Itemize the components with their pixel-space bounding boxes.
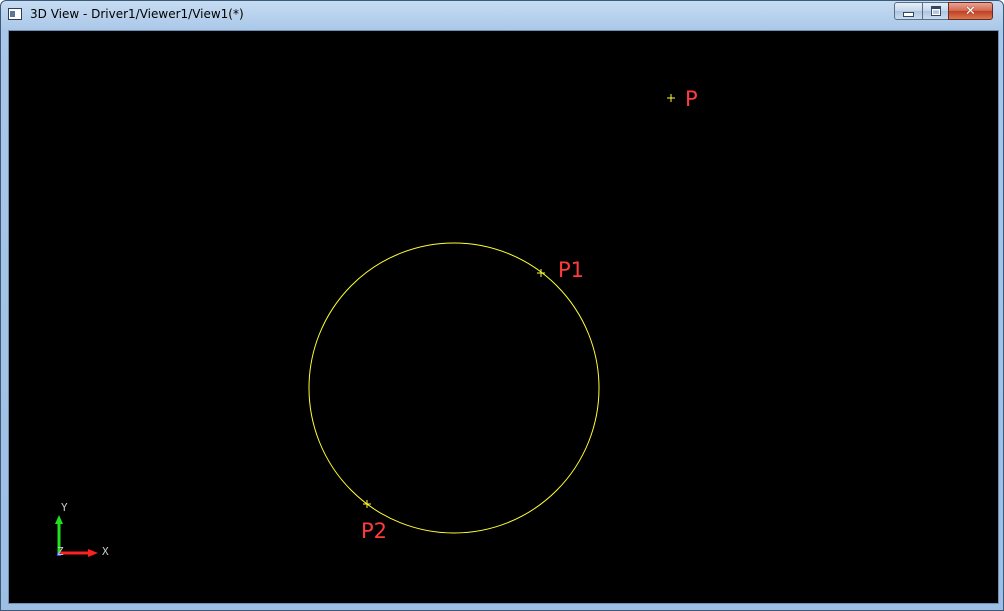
point-p-label: P [685,87,698,111]
3d-viewport[interactable]: P P1 P2 Y X Z [8,30,999,604]
window-title: 3D View - Driver1/Viewer1/View1(*) [30,7,244,21]
point-p2[interactable]: P2 [361,500,387,543]
maximize-icon [930,6,941,16]
x-axis-label: X [102,545,109,558]
circle-curve [308,242,600,534]
point-p1-label: P1 [558,258,584,282]
z-axis-label: Z [57,545,64,558]
viewport-canvas[interactable]: P P1 P2 Y X Z [9,31,998,603]
y-axis-label: Y [61,501,68,514]
axis-triedron: Y X Z [55,501,109,558]
viewer-window: 3D View - Driver1/Viewer1/View1(*) ✕ P P… [0,0,1004,611]
point-p1[interactable]: P1 [537,258,584,282]
point-p2-label: P2 [361,519,387,543]
point-p2-marker [363,500,371,508]
maximize-button[interactable] [922,2,949,20]
title-bar[interactable]: 3D View - Driver1/Viewer1/View1(*) ✕ [1,1,1003,29]
close-button[interactable]: ✕ [948,2,993,20]
point-p-marker [667,94,675,102]
app-icon [8,8,22,20]
x-axis-arrow [59,549,98,557]
close-icon: ✕ [965,3,976,19]
minimize-button[interactable] [894,2,923,20]
point-p[interactable]: P [667,87,698,111]
minimize-icon [903,11,914,17]
